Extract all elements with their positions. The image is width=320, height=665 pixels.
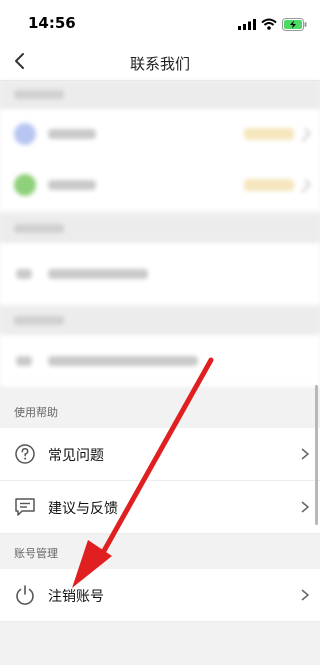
red-annotation-arrow-icon [72, 357, 214, 588]
